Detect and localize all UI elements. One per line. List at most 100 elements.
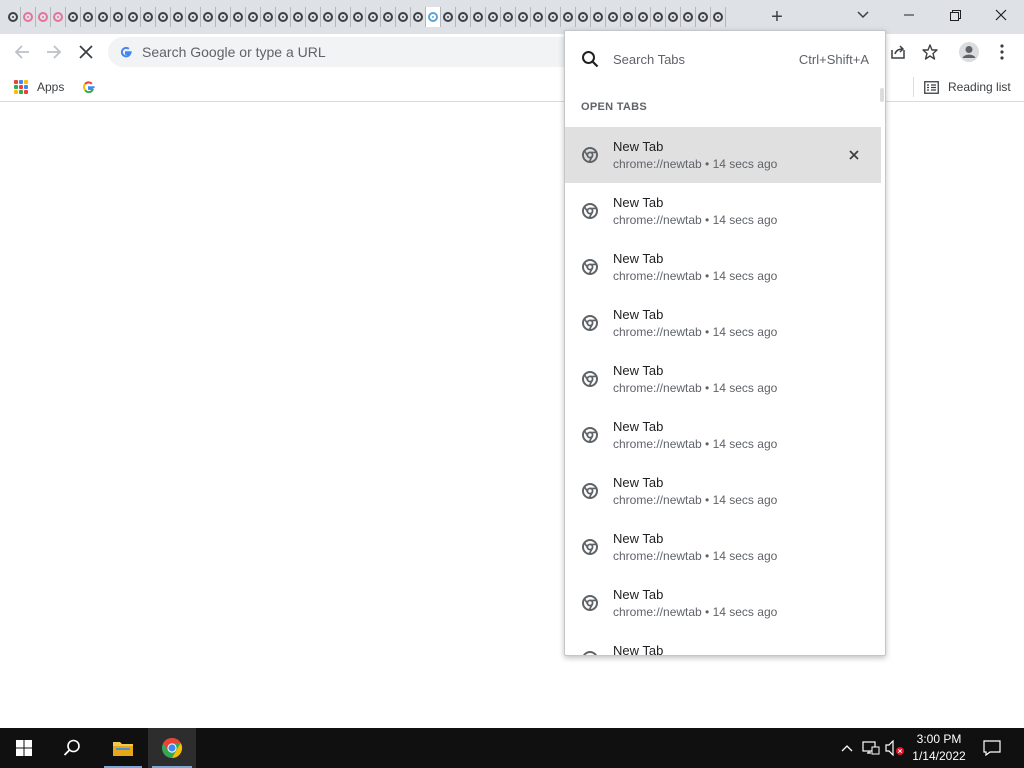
bookmark-star-button[interactable] [916, 38, 944, 66]
omnibox-input[interactable] [142, 44, 542, 60]
tab-title: New Tab [613, 139, 664, 154]
share-button[interactable] [884, 38, 912, 66]
browser-tab[interactable] [366, 7, 381, 27]
browser-tab[interactable] [576, 7, 591, 27]
browser-tab[interactable] [486, 7, 501, 27]
show-hidden-icons-button[interactable] [837, 738, 857, 758]
minimize-button[interactable] [886, 0, 932, 30]
system-clock[interactable]: 3:00 PM 1/14/2022 [906, 731, 972, 765]
menu-button[interactable] [988, 38, 1016, 66]
open-tab-item[interactable]: New Tabchrome://newtab • 14 secs ago [565, 407, 881, 463]
open-tab-item[interactable]: New Tabchrome://newtab • 14 secs ago [565, 183, 881, 239]
browser-tab[interactable] [231, 7, 246, 27]
open-tab-item[interactable]: New Tabchrome://newtab • 14 secs ago [565, 463, 881, 519]
browser-tab[interactable] [186, 7, 201, 27]
new-tab-button[interactable]: + [764, 5, 790, 29]
browser-tab[interactable] [531, 7, 546, 27]
browser-tab[interactable] [621, 7, 636, 27]
open-tab-item[interactable]: New Tabchrome://newtab • 14 secs ago [565, 127, 881, 183]
browser-tab[interactable] [426, 7, 441, 27]
chrome-taskbar-button[interactable] [148, 728, 196, 768]
apps-bookmark[interactable]: Apps [14, 76, 64, 98]
browser-tab[interactable] [456, 7, 471, 27]
reading-list-button[interactable]: Reading list [924, 76, 1011, 98]
close-icon [849, 150, 859, 160]
forward-button[interactable] [40, 38, 68, 66]
popup-scrollbar[interactable] [880, 88, 884, 102]
restore-button[interactable] [932, 0, 978, 30]
open-tab-item[interactable]: New Tabchrome://newtab • 14 secs ago [565, 351, 881, 407]
tab-title: New Tab [613, 195, 664, 210]
browser-tab[interactable] [276, 7, 291, 27]
tab-title: New Tab [613, 531, 664, 546]
browser-tab[interactable] [156, 7, 171, 27]
browser-tab[interactable] [201, 7, 216, 27]
browser-tab[interactable] [126, 7, 141, 27]
open-tab-item[interactable]: New Tabchrome://newtab • 14 secs ago [565, 295, 881, 351]
open-tab-item[interactable]: New Tabchrome://newtab • 14 secs ago [565, 239, 881, 295]
browser-tab[interactable] [711, 7, 726, 27]
browser-tab[interactable] [291, 7, 306, 27]
browser-tab[interactable] [351, 7, 366, 27]
browser-tab[interactable] [396, 7, 411, 27]
stop-loading-button[interactable] [72, 38, 100, 66]
browser-tab[interactable] [666, 7, 681, 27]
browser-tab[interactable] [591, 7, 606, 27]
browser-tab[interactable] [516, 7, 531, 27]
tab-search-button[interactable] [840, 0, 886, 30]
tab-search-field[interactable]: Search Tabs Ctrl+Shift+A [565, 31, 885, 87]
browser-tab[interactable] [681, 7, 696, 27]
tab-favicon-icon [443, 12, 453, 22]
browser-tab[interactable] [606, 7, 621, 27]
browser-tab[interactable] [171, 7, 186, 27]
profile-button[interactable] [955, 38, 983, 66]
browser-tab[interactable] [546, 7, 561, 27]
chevron-up-icon [841, 745, 853, 752]
volume-button[interactable] [885, 738, 905, 758]
tab-favicon-icon [473, 12, 483, 22]
browser-tab[interactable] [261, 7, 276, 27]
taskbar-search-button[interactable] [48, 728, 96, 768]
tab-favicon-icon [533, 12, 543, 22]
browser-tab[interactable] [51, 7, 66, 27]
browser-tab[interactable] [636, 7, 651, 27]
file-explorer-button[interactable] [100, 728, 146, 768]
browser-tab[interactable] [66, 7, 81, 27]
omnibox[interactable] [108, 37, 578, 67]
close-tab-button[interactable] [845, 146, 863, 164]
browser-tab[interactable] [21, 7, 36, 27]
google-bookmark[interactable] [81, 77, 97, 97]
browser-tab[interactable] [246, 7, 261, 27]
browser-tab[interactable] [651, 7, 666, 27]
browser-tab[interactable] [441, 7, 456, 27]
browser-tab[interactable] [306, 7, 321, 27]
browser-tab[interactable] [381, 7, 396, 27]
browser-tab[interactable] [561, 7, 576, 27]
browser-tab[interactable] [411, 7, 426, 27]
back-button[interactable] [8, 38, 36, 66]
tab-url-time: chrome://newtab • 14 secs ago [613, 493, 778, 507]
network-button[interactable] [861, 738, 881, 758]
open-tab-item[interactable]: New Tabchrome://newtab • 14 secs ago [565, 519, 881, 575]
action-center-button[interactable] [982, 738, 1002, 758]
close-window-button[interactable] [978, 0, 1024, 30]
browser-tab[interactable] [471, 7, 486, 27]
browser-tab[interactable] [696, 7, 711, 27]
browser-tab[interactable] [6, 7, 21, 27]
browser-tab[interactable] [81, 7, 96, 27]
browser-tab[interactable] [36, 7, 51, 27]
browser-tab[interactable] [216, 7, 231, 27]
browser-tab[interactable] [141, 7, 156, 27]
tab-favicon-icon [503, 12, 513, 22]
browser-tab[interactable] [96, 7, 111, 27]
open-tab-item[interactable]: New Tabchrome://newtab • 14 secs ago [565, 631, 881, 655]
start-button[interactable] [0, 728, 48, 768]
open-tab-item[interactable]: New Tabchrome://newtab • 14 secs ago [565, 575, 881, 631]
browser-tab[interactable] [336, 7, 351, 27]
tab-favicon-icon [608, 12, 618, 22]
browser-tab[interactable] [111, 7, 126, 27]
reading-list-label: Reading list [948, 80, 1011, 94]
browser-tab[interactable] [321, 7, 336, 27]
tab-favicon-icon [593, 12, 603, 22]
browser-tab[interactable] [501, 7, 516, 27]
